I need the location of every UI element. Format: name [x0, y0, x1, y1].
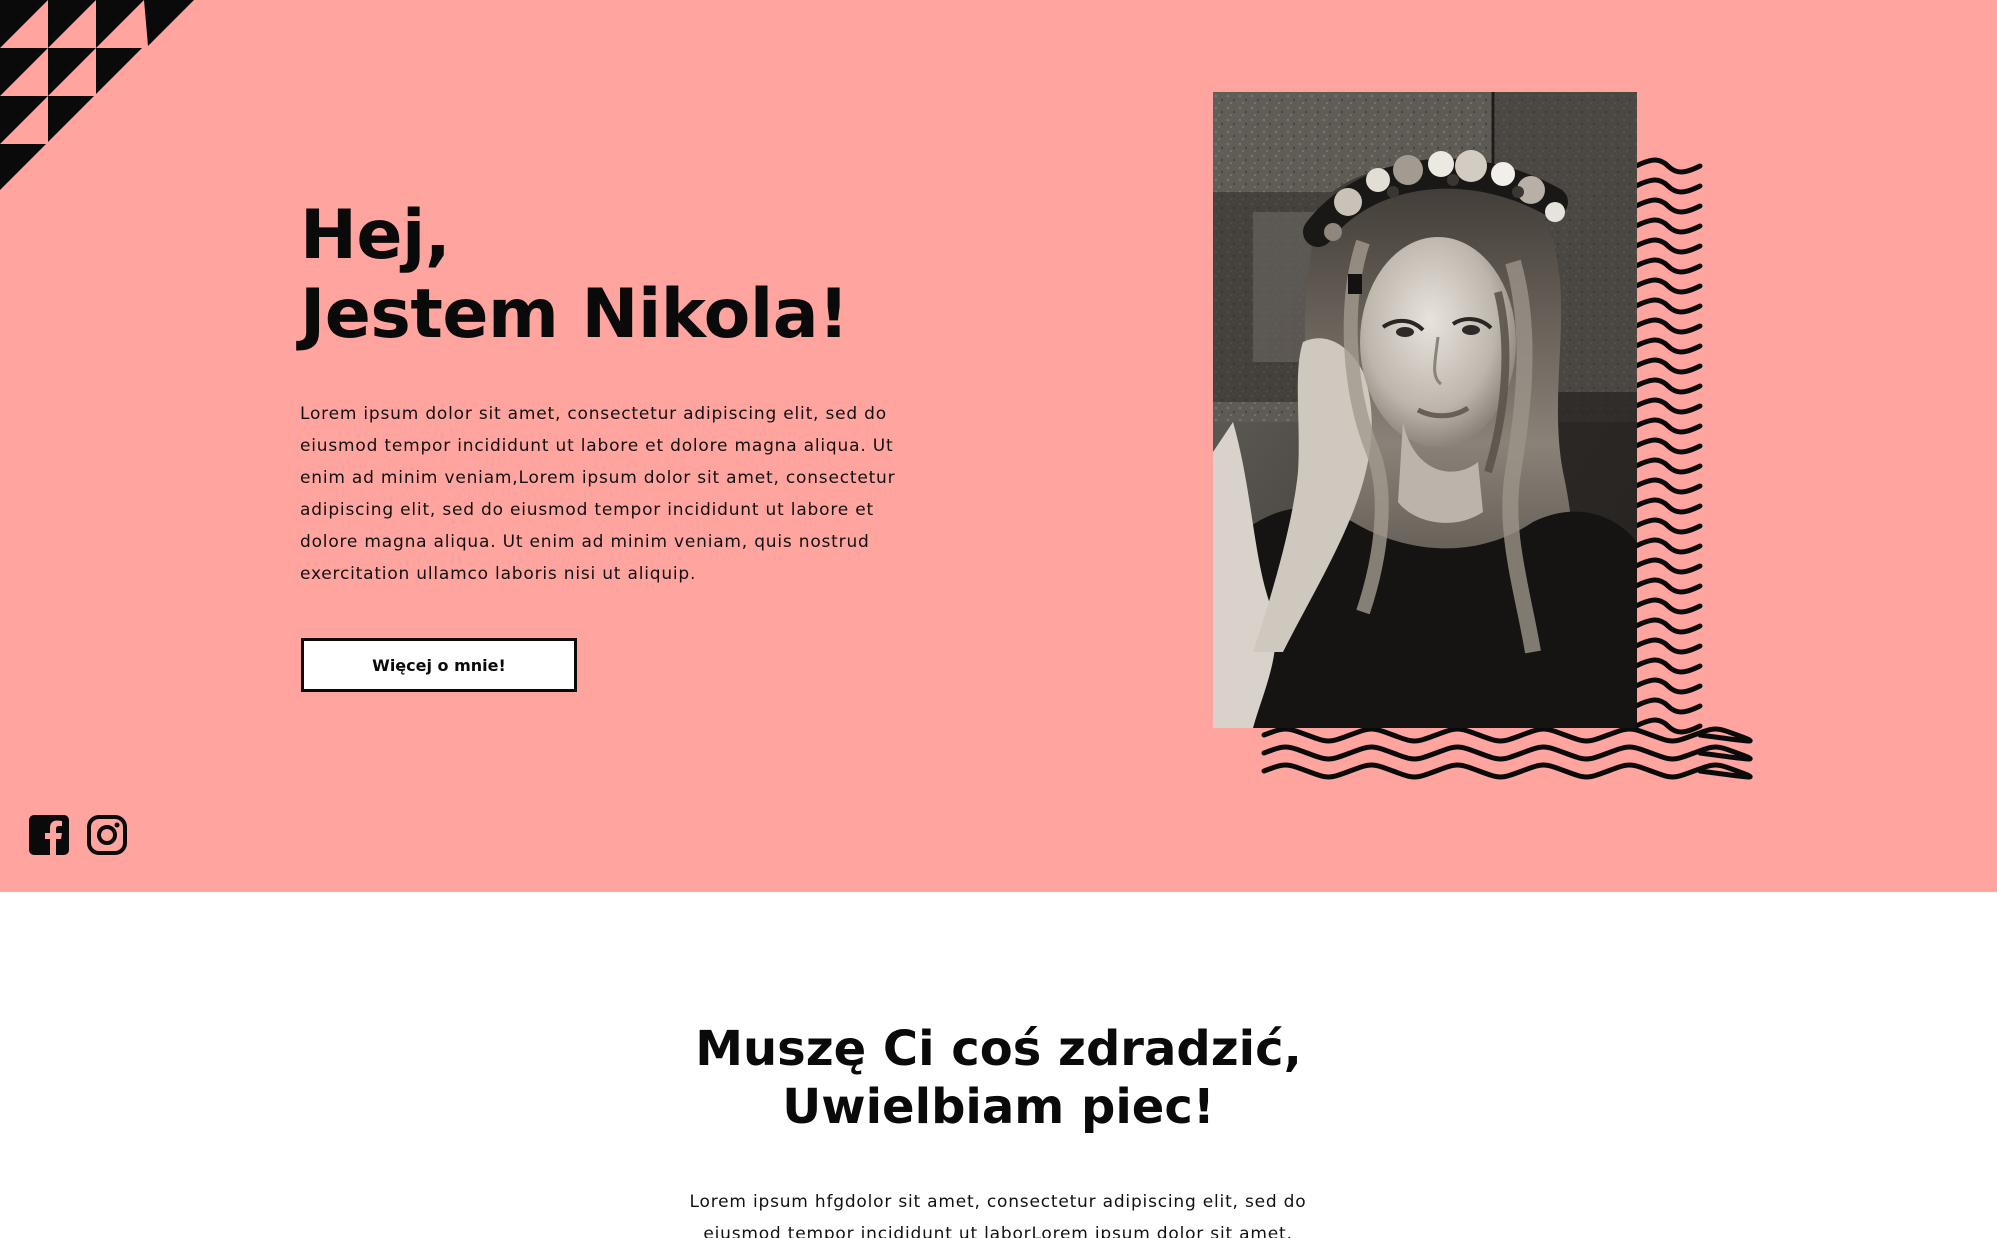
section-paragraph: Lorem ipsum hfgdolor sit amet, consectet… [689, 1192, 1307, 1238]
hero-section: Hej, Jestem Nikola! Lorem ipsum dolor si… [0, 0, 1997, 892]
facebook-icon[interactable] [28, 814, 70, 856]
section-title-line1: Muszę Ci coś zdradzić, [695, 1021, 1302, 1077]
section-title-line2: Uwielbiam piec! [782, 1079, 1215, 1135]
bake-section: Muszę Ci coś zdradzić, Uwielbiam piec! L… [0, 892, 1997, 1238]
instagram-icon[interactable] [86, 814, 128, 856]
wavy-lines-pattern [1261, 157, 1753, 780]
social-links [28, 814, 128, 856]
portrait-photo [1213, 92, 1637, 728]
section-title: Muszę Ci coś zdradzić, Uwielbiam piec! [0, 1020, 1997, 1136]
